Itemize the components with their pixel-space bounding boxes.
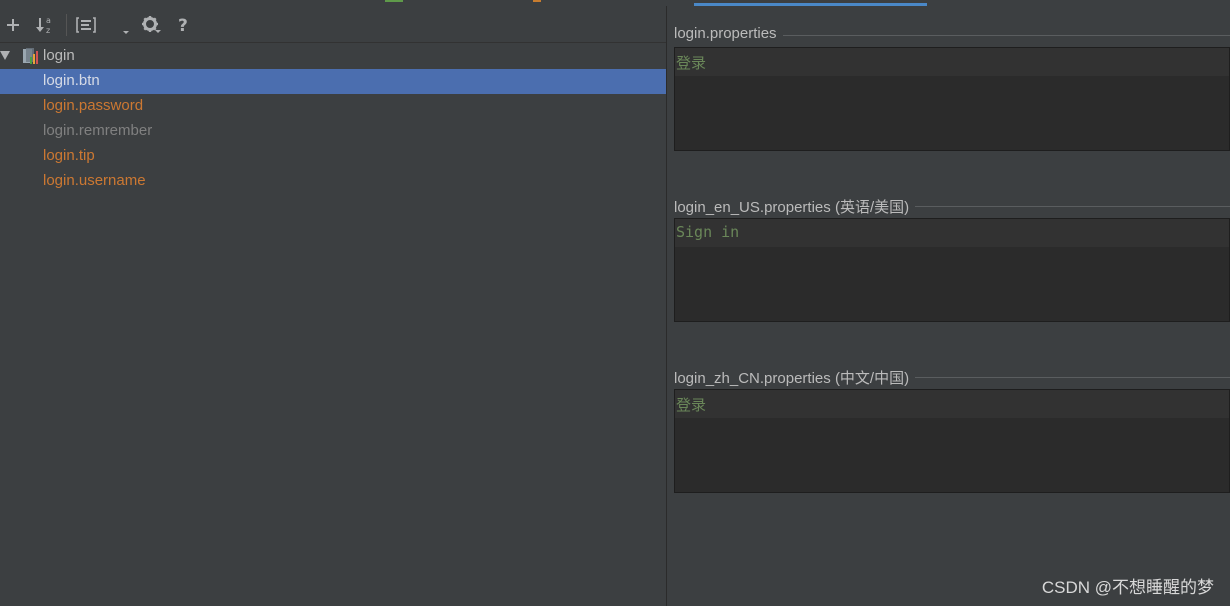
editor-value[interactable]: Sign in — [676, 223, 739, 241]
dropdown-arrow-icon — [123, 31, 129, 34]
tree-item-login-tip[interactable]: login.tip — [0, 144, 666, 169]
value-editor-zh-cn[interactable]: 登录 — [674, 389, 1230, 493]
sort-alphabetically-icon: a z — [36, 16, 51, 35]
current-line-highlight — [675, 390, 1229, 418]
tab-indicator-orange — [533, 0, 541, 2]
file-name: login.properties — [674, 25, 777, 42]
expand-arrow-icon[interactable] — [0, 51, 10, 61]
toolbar-separator — [66, 14, 67, 36]
tree-item-label: login.tip — [43, 147, 95, 164]
value-editor-en-us[interactable]: Sign in — [674, 218, 1230, 322]
help-button[interactable]: ? — [172, 14, 194, 36]
file-name: login_en_US.properties — [674, 199, 831, 216]
resource-bundle-icon — [23, 48, 38, 64]
tree-item-label: login.remrember — [43, 122, 153, 139]
current-line-highlight — [675, 219, 1229, 247]
locale-name: (中文/中国) — [834, 370, 910, 387]
editor-value[interactable]: 登录 — [676, 52, 706, 73]
group-title: login_en_US.properties (英语/美国) — [674, 196, 916, 217]
tree-root-login[interactable]: login — [0, 44, 666, 69]
svg-text:a: a — [46, 16, 51, 25]
group-by-prefix-icon — [76, 17, 96, 33]
resource-bundle-tree-panel: a z ? login login.btn login.password log… — [0, 6, 666, 606]
options-dropdown-button[interactable] — [115, 14, 137, 36]
value-editor-default[interactable]: 登录 — [674, 47, 1230, 151]
tree-item-login-remrember[interactable]: login.remrember — [0, 119, 666, 144]
group-title: login_zh_CN.properties (中文/中国) — [674, 367, 916, 388]
group-by-prefix-button[interactable] — [75, 14, 97, 36]
tree-item-login-password[interactable]: login.password — [0, 94, 666, 119]
tree-item-label: login.username — [43, 172, 146, 189]
tree-root-label: login — [43, 47, 75, 64]
group-title: login.properties — [674, 25, 783, 42]
add-property-button[interactable] — [2, 14, 24, 36]
file-name: login_zh_CN.properties — [674, 370, 831, 387]
gear-icon — [142, 16, 161, 33]
tab-indicator-green — [385, 0, 403, 2]
locale-editors-panel: login.properties 登录 login_en_US.properti… — [667, 6, 1230, 606]
editor-value[interactable]: 登录 — [676, 394, 706, 415]
settings-button[interactable] — [140, 14, 162, 36]
sort-alphabetically-button[interactable]: a z — [34, 14, 56, 36]
tree-toolbar: a z ? — [0, 6, 666, 43]
locale-name: (英语/美国) — [834, 199, 910, 216]
help-icon: ? — [178, 16, 188, 35]
tree-item-login-btn[interactable]: login.btn — [0, 69, 666, 94]
tree-item-label: login.btn — [43, 72, 100, 89]
tree-item-login-username[interactable]: login.username — [0, 169, 666, 194]
tree-item-label: login.password — [43, 97, 144, 114]
add-icon — [7, 19, 19, 31]
svg-text:z: z — [46, 26, 50, 35]
watermark: CSDN @不想睡醒的梦 — [1041, 578, 1214, 597]
svg-text:?: ? — [178, 16, 188, 35]
current-line-highlight — [675, 48, 1229, 76]
